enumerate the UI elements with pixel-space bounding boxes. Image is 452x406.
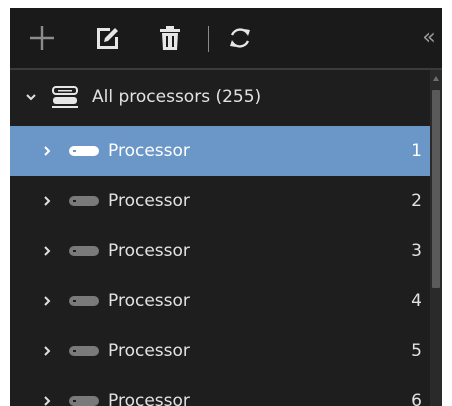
edit-button[interactable] bbox=[90, 22, 126, 54]
tree-item-processor-6[interactable]: Processor 6 bbox=[10, 376, 430, 406]
tree-item-processor-4[interactable]: Processor 4 bbox=[10, 276, 430, 326]
delete-button[interactable] bbox=[152, 22, 188, 54]
refresh-button[interactable] bbox=[222, 22, 258, 54]
processor-tree: All processors (255) Processor 1 Process… bbox=[10, 70, 430, 406]
tree-item-label: Processor bbox=[108, 191, 190, 211]
refresh-icon bbox=[230, 28, 250, 48]
tree-item-number: 1 bbox=[411, 141, 422, 161]
tree-item-label: Processor bbox=[108, 391, 190, 406]
add-button[interactable] bbox=[24, 22, 60, 54]
toolbar-separator bbox=[208, 26, 209, 52]
tree-item-processor-1[interactable]: Processor 1 bbox=[10, 126, 430, 176]
plus-icon bbox=[30, 26, 54, 50]
scrollbar-thumb[interactable] bbox=[432, 90, 440, 288]
toolbar: « bbox=[10, 8, 442, 68]
chevron-right-icon[interactable] bbox=[40, 344, 54, 358]
processor-icon bbox=[69, 296, 99, 306]
chevron-right-icon[interactable] bbox=[40, 294, 54, 308]
collapse-panel-button[interactable]: « bbox=[416, 22, 442, 54]
chevron-right-icon[interactable] bbox=[40, 144, 54, 158]
tree-item-number: 3 bbox=[411, 241, 422, 261]
tree-root-all-processors[interactable]: All processors (255) bbox=[10, 76, 430, 118]
tree-item-label: Processor bbox=[108, 141, 190, 161]
tree-item-processor-2[interactable]: Processor 2 bbox=[10, 176, 430, 226]
tree-root-label: All processors (255) bbox=[92, 87, 262, 107]
tree-item-number: 5 bbox=[411, 341, 422, 361]
tree-item-label: Processor bbox=[108, 241, 190, 261]
edit-icon bbox=[97, 28, 118, 49]
tree-item-number: 2 bbox=[411, 191, 422, 211]
chevron-right-icon[interactable] bbox=[40, 394, 54, 406]
processors-panel: « All processors (255) Processor 1 Proce… bbox=[10, 8, 442, 406]
vertical-scrollbar[interactable] bbox=[430, 70, 442, 406]
tree-item-label: Processor bbox=[108, 341, 190, 361]
trash-icon bbox=[160, 26, 180, 50]
processor-icon bbox=[69, 346, 99, 356]
processor-icon bbox=[69, 246, 99, 256]
tree-item-processor-5[interactable]: Processor 5 bbox=[10, 326, 430, 376]
chevron-down-icon[interactable] bbox=[24, 90, 38, 104]
chevron-right-icon[interactable] bbox=[40, 194, 54, 208]
processor-icon bbox=[69, 196, 99, 206]
tree-item-number: 6 bbox=[411, 391, 422, 406]
tree-item-processor-3[interactable]: Processor 3 bbox=[10, 226, 430, 276]
tree-item-number: 4 bbox=[411, 291, 422, 311]
scroll-up-arrow-icon[interactable] bbox=[433, 76, 439, 81]
server-icon bbox=[52, 86, 78, 108]
tree-item-label: Processor bbox=[108, 291, 190, 311]
processor-icon bbox=[69, 396, 99, 406]
processor-icon bbox=[69, 146, 99, 156]
collapse-double-chevron-icon: « bbox=[422, 25, 436, 50]
chevron-right-icon[interactable] bbox=[40, 244, 54, 258]
